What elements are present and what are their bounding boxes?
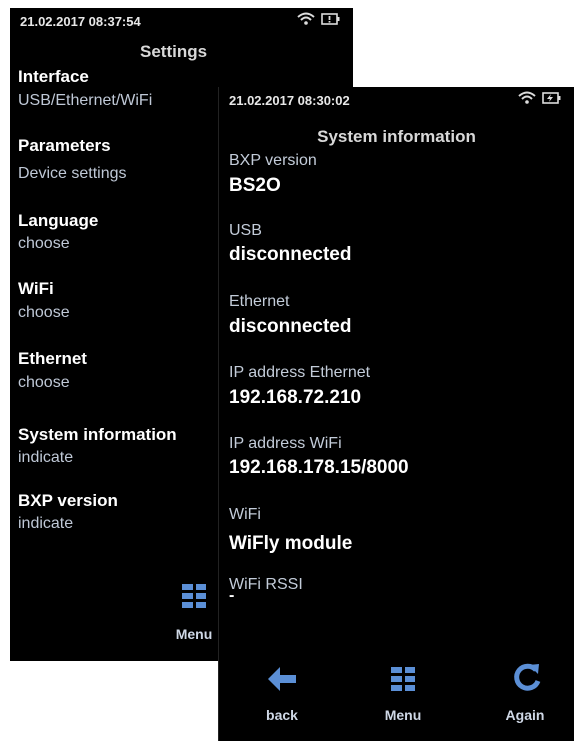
settings-title: Settings [140, 42, 208, 61]
info-label: USB [229, 222, 262, 239]
info-value: disconnected [229, 316, 352, 337]
settings-item-label: Parameters [18, 136, 111, 155]
battery-charging-icon [542, 91, 562, 108]
status-time: 21.02.2017 08:30:02 [229, 93, 350, 108]
settings-item-label: WiFi [18, 279, 54, 298]
bottom-nav: back Menu Again [219, 649, 574, 741]
refresh-icon [511, 661, 543, 698]
settings-item-sub: choose [18, 304, 70, 321]
settings-item-sub: indicate [18, 449, 74, 466]
status-bar: 21.02.2017 08:37:54 [10, 8, 353, 38]
info-label: IP address WiFi [229, 435, 342, 452]
settings-item-sub: choose [18, 374, 70, 391]
settings-item-label: BXP version [18, 491, 118, 510]
system-information-screen: 21.02.2017 08:30:02 System information B… [219, 87, 574, 741]
status-time: 21.02.2017 08:37:54 [20, 14, 141, 29]
settings-item-label: Language [18, 211, 99, 230]
status-bar: 21.02.2017 08:30:02 [219, 87, 574, 117]
settings-item-sub: Device settings [18, 165, 127, 182]
menu-grid-icon [182, 584, 206, 608]
info-value: - [229, 587, 235, 604]
info-value: 192.168.72.210 [229, 387, 362, 408]
settings-item-sub: indicate [18, 515, 74, 532]
menu-grid-icon [391, 667, 415, 691]
settings-item-label: System information [18, 425, 177, 444]
info-label: Ethernet [229, 293, 290, 310]
wifi-icon [297, 12, 315, 29]
battery-icon [321, 12, 341, 29]
info-value: disconnected [229, 244, 352, 265]
info-value: WiFly module [229, 533, 353, 554]
back-label: back [266, 707, 298, 723]
info-label: WiFi RSSI [229, 576, 303, 593]
menu-label: Menu [384, 707, 422, 723]
info-label: BXP version [229, 152, 317, 169]
back-arrow-icon [266, 665, 298, 698]
info-label: WiFi [229, 506, 261, 523]
menu-label: Menu [175, 626, 213, 642]
settings-item-sub: USB/Ethernet/WiFi [18, 92, 153, 109]
system-information-title: System information [317, 127, 476, 146]
again-label: Again [505, 707, 545, 723]
settings-item-label: Interface [18, 67, 89, 86]
settings-item-label: Ethernet [18, 349, 87, 368]
info-label: IP address Ethernet [229, 364, 371, 381]
settings-item-sub: choose [18, 235, 70, 252]
info-value: BS2O [229, 175, 281, 196]
info-value: 192.168.178.15/8000 [229, 457, 409, 478]
wifi-icon [518, 91, 536, 108]
